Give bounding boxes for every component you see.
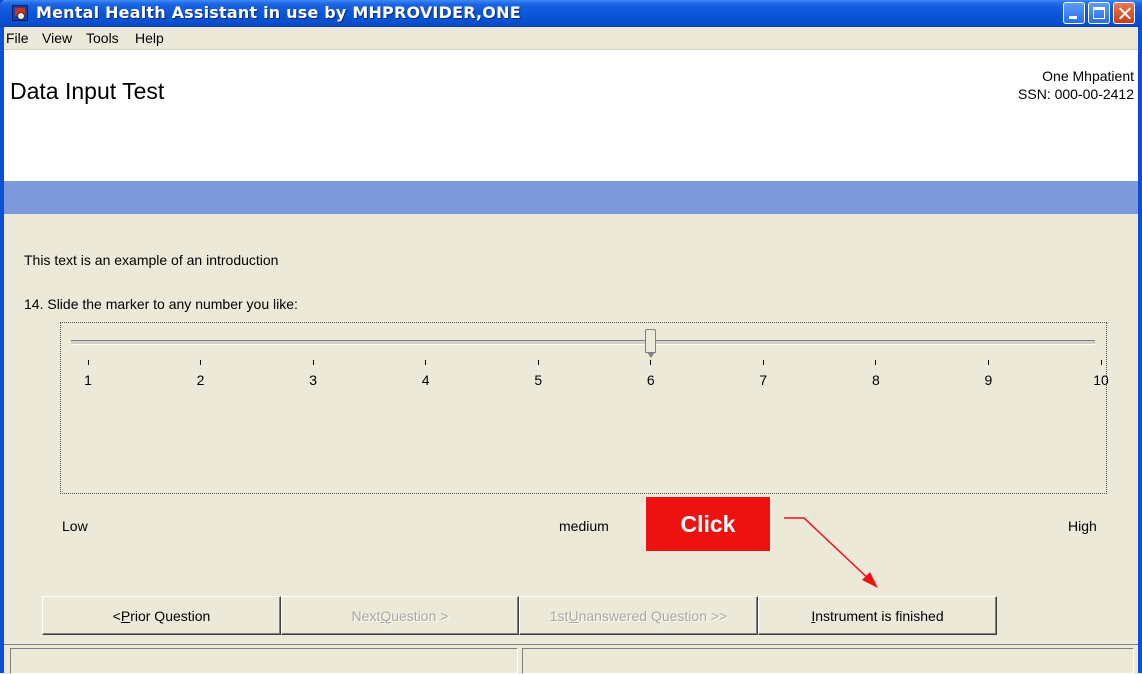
- slider-tick: [537, 360, 539, 365]
- status-bar: [4, 644, 1138, 674]
- status-pane-right: [522, 648, 1134, 674]
- slider-track[interactable]: [71, 340, 1095, 345]
- slider-tick-label: 7: [759, 372, 768, 388]
- slider-tick-label: 5: [534, 372, 543, 388]
- slider-tick: [425, 360, 427, 365]
- slider-tick: [875, 360, 877, 365]
- patient-name: One Mhpatient: [1042, 68, 1134, 84]
- instrument-finished-button[interactable]: Instrument is finished: [758, 596, 997, 635]
- app-window: Mental Health Assistant in use by MHPROV…: [0, 0, 1142, 674]
- next-accel: Q: [380, 607, 392, 624]
- minimize-button[interactable]: [1063, 2, 1085, 24]
- page-title: Data Input Test: [10, 78, 165, 104]
- slider-tick: [762, 360, 764, 365]
- slider-tick: [200, 360, 202, 365]
- slider-tick: [312, 360, 314, 365]
- slider-tick: [987, 360, 989, 365]
- slider-tick-label: 3: [309, 372, 317, 388]
- click-callout: Click: [646, 497, 770, 551]
- slider-thumb[interactable]: [644, 329, 656, 358]
- prior-question-button[interactable]: < Prior Question: [42, 596, 281, 635]
- intro-text: This text is an example of an introducti…: [24, 252, 279, 268]
- menu-file[interactable]: File: [6, 30, 29, 46]
- menu-bar: File View Tools Help: [4, 27, 1138, 49]
- first-unanswered-rest: nanswered Question >>: [578, 607, 728, 624]
- slider-tick-label: 6: [646, 372, 655, 388]
- menu-tools[interactable]: Tools: [86, 30, 119, 46]
- slider-tick: [650, 360, 652, 365]
- finished-rest: nstrument is finished: [815, 607, 944, 624]
- maximize-button[interactable]: [1088, 2, 1110, 24]
- close-button[interactable]: [1113, 2, 1135, 24]
- first-unanswered-button[interactable]: 1st Unanswered Question >>: [519, 596, 758, 635]
- first-unanswered-accel: U: [568, 607, 579, 624]
- callout-arrow: [784, 517, 878, 588]
- window-title: Mental Health Assistant in use by MHPROV…: [36, 3, 521, 22]
- title-bar[interactable]: Mental Health Assistant in use by MHPROV…: [0, 0, 1142, 27]
- scale-mid-label: medium: [559, 518, 609, 534]
- prior-prefix: <: [112, 607, 121, 624]
- slider-tick-label: 8: [871, 372, 880, 388]
- first-unanswered-prefix: 1st: [549, 607, 569, 624]
- slider-tick: [1100, 360, 1102, 365]
- next-rest: uestion >: [391, 607, 449, 624]
- slider-tick-label: 10: [1093, 372, 1109, 388]
- patient-ssn: SSN: 000-00-2412: [1018, 86, 1134, 102]
- rating-slider[interactable]: 1 2 3 4 5 6 7 8 9 10: [60, 322, 1109, 494]
- menu-view[interactable]: View: [42, 30, 72, 46]
- slider-tick: [87, 360, 89, 365]
- slider-tick-label: 9: [984, 372, 993, 388]
- menu-help[interactable]: Help: [135, 30, 164, 46]
- question-text: 14. Slide the marker to any number you l…: [24, 296, 298, 312]
- next-question-button[interactable]: Next Question >: [281, 596, 519, 635]
- slider-tick-label: 2: [196, 372, 205, 388]
- next-prefix: Next: [351, 607, 381, 624]
- page-header: [4, 49, 1138, 182]
- app-icon[interactable]: [12, 5, 28, 21]
- slider-tick-label: 4: [421, 372, 430, 388]
- prior-accel: P: [120, 607, 131, 624]
- scale-low-label: Low: [62, 518, 88, 534]
- status-pane-left: [10, 648, 518, 674]
- prior-rest: rior Question: [130, 607, 211, 624]
- scale-high-label: High: [1068, 518, 1097, 534]
- header-band: [4, 181, 1138, 214]
- slider-tick-label: 1: [84, 372, 92, 388]
